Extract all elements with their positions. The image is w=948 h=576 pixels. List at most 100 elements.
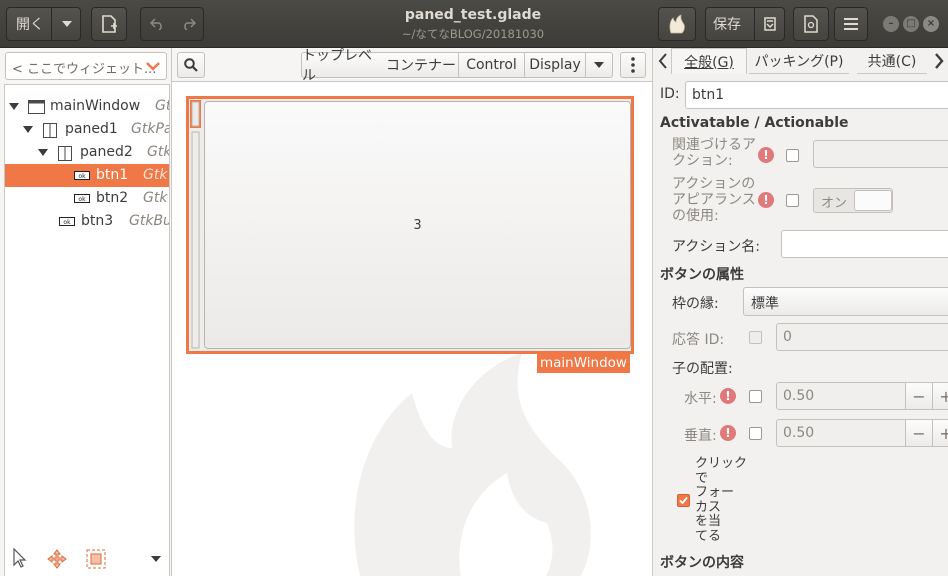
open-button[interactable]: 開く	[6, 7, 81, 41]
save-as-icon[interactable]	[762, 16, 778, 32]
search-icon	[184, 58, 198, 72]
tree-name: paned1	[65, 121, 118, 137]
tab-common[interactable]: 共通(C)	[857, 48, 927, 74]
response-id-label: 応答 ID:	[672, 332, 725, 348]
related-action-checkbox[interactable]	[786, 149, 799, 162]
window-subtitle: ~/なてなBLOG/20181030	[401, 27, 545, 41]
palette-menu-button[interactable]	[620, 52, 646, 78]
tree-row-mainwindow[interactable]: mainWindow Gt	[5, 95, 169, 118]
action-appearance-checkbox[interactable]	[786, 194, 799, 207]
tab-general[interactable]: 全般(G)	[671, 48, 747, 74]
relief-combo[interactable]: 標準	[743, 287, 948, 316]
tree-row-paned1[interactable]: paned1 GtkPa	[5, 118, 169, 141]
action-name-label: アクション名:	[672, 239, 761, 255]
expander-arrow-icon[interactable]	[9, 103, 19, 110]
tree-row-paned2[interactable]: paned2 Gtk	[5, 141, 169, 164]
horizontal-increment-button[interactable]: +	[932, 382, 948, 410]
id-field[interactable]: btn1	[685, 81, 948, 109]
svg-text:ok: ok	[78, 196, 86, 203]
document-button[interactable]	[793, 7, 829, 41]
close-icon[interactable]: ×	[923, 16, 939, 32]
horizontal-decrement-button[interactable]: −	[905, 382, 933, 410]
undo-redo-group	[140, 7, 204, 41]
chevron-down-icon[interactable]	[62, 21, 72, 27]
chevron-down-icon[interactable]	[146, 62, 160, 71]
widget-tree: mainWindow Gt paned1 GtkPa paned2 Gtk ok…	[4, 84, 170, 576]
warning-icon: !	[720, 425, 736, 441]
save-button[interactable]: 保存	[705, 7, 785, 41]
chevron-right-icon[interactable]	[934, 53, 944, 69]
new-file-button[interactable]	[91, 7, 127, 41]
palette-display-button[interactable]: Display	[525, 52, 586, 78]
palette-control-button[interactable]: Control	[459, 52, 525, 78]
vertical-field[interactable]: 0.50	[776, 419, 906, 447]
chevron-down-icon[interactable]	[151, 556, 161, 562]
glade-logo-icon	[669, 14, 685, 34]
minimize-icon[interactable]: –	[883, 16, 899, 32]
tree-row-btn1[interactable]: ok btn1 Gtk	[5, 164, 169, 187]
divider	[51, 8, 52, 40]
response-id-field[interactable]: 0	[776, 323, 948, 351]
tree-type: Gt	[155, 98, 169, 114]
expander-arrow-icon[interactable]	[23, 126, 33, 133]
related-action-field[interactable]	[813, 140, 948, 168]
button-preview[interactable]: 3	[204, 101, 631, 349]
main-window-label: mainWindow	[537, 354, 630, 373]
chevron-left-icon[interactable]	[658, 53, 668, 69]
warning-icon: !	[720, 388, 736, 404]
palette-search-button[interactable]	[177, 52, 205, 78]
collapsed-pane[interactable]	[190, 100, 201, 350]
menu-button[interactable]	[834, 7, 868, 41]
palette-toplevel-button[interactable]: トップレベル	[301, 48, 385, 84]
focus-on-click-checkbox[interactable]	[677, 494, 690, 507]
horizontal-field[interactable]: 0.50	[776, 382, 906, 410]
vertical-label: 垂直:	[684, 428, 717, 444]
svg-text:ok: ok	[63, 219, 71, 226]
checkmark-icon	[679, 496, 688, 505]
property-editor: 全般(G) パッキング(P) 共通(C) ID: btn1 Activatabl…	[652, 48, 948, 576]
use-appearance-switch[interactable]: オン	[813, 188, 893, 213]
switch-slider	[854, 190, 892, 211]
redo-icon[interactable]	[182, 18, 196, 30]
focus-on-click-label: クリック で フォー カス を当 てる	[695, 456, 748, 544]
chevron-down-icon	[594, 62, 604, 68]
window-icon	[28, 100, 45, 114]
pointer-icon[interactable]	[13, 548, 27, 568]
open-label: 開く	[16, 17, 44, 33]
drag-move-icon[interactable]	[47, 549, 67, 569]
margin-edit-icon[interactable]	[86, 549, 106, 569]
undo-icon[interactable]	[150, 18, 164, 30]
related-action-label: 関連づけるア クション:	[672, 137, 756, 169]
tab-packing[interactable]: パッキング(P)	[749, 48, 849, 74]
horizontal-checkbox[interactable]	[749, 390, 762, 403]
switch-label: オン	[821, 196, 848, 211]
warning-icon: !	[758, 192, 774, 208]
inspector-button[interactable]	[658, 7, 696, 41]
button-icon: ok	[59, 217, 75, 226]
main-window-preview[interactable]: 3	[186, 96, 634, 354]
palette-more-button[interactable]	[586, 52, 613, 78]
widget-search-input[interactable]: < ここでウィジェット...	[5, 52, 167, 80]
vertical-checkbox[interactable]	[749, 427, 762, 440]
hamburger-menu-icon	[844, 18, 858, 30]
tree-row-btn3[interactable]: ok btn3 GtkBu	[5, 210, 169, 233]
maximize-icon[interactable]: □	[903, 16, 919, 32]
response-id-checkbox[interactable]	[749, 331, 762, 344]
action-appearance-label: アクションの アピアランス の使用:	[672, 176, 756, 224]
save-label: 保存	[713, 17, 741, 33]
vertical-decrement-button[interactable]: −	[905, 419, 933, 447]
divider	[754, 8, 755, 40]
tree-row-btn2[interactable]: ok btn2 Gtk	[5, 187, 169, 210]
button-icon: ok	[74, 194, 90, 203]
design-canvas[interactable]: 3 mainWindow	[172, 83, 652, 576]
action-name-field[interactable]	[781, 230, 948, 258]
design-area: トップレベル コンテナー Control Display 3 mainWindo…	[172, 48, 652, 576]
tree-type: Gtk	[143, 190, 168, 206]
expander-arrow-icon[interactable]	[38, 149, 48, 156]
left-toolbar	[0, 544, 170, 576]
palette-container-button[interactable]: コンテナー	[384, 52, 459, 78]
paned-icon	[58, 146, 72, 161]
vertical-increment-button[interactable]: +	[932, 419, 948, 447]
tab-label: 全般(G)	[684, 54, 734, 71]
glade-watermark-icon	[354, 353, 591, 576]
